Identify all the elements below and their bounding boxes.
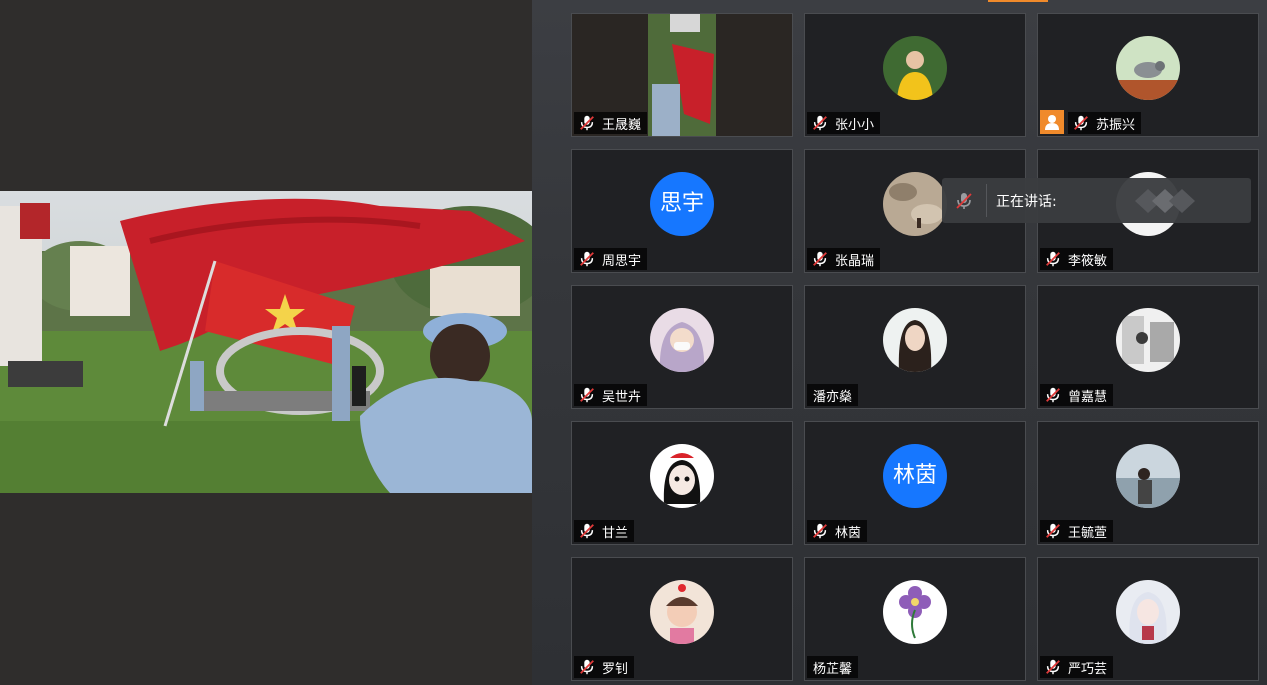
avatar-image bbox=[1116, 36, 1180, 100]
avatar-image bbox=[883, 580, 947, 644]
mic-muted-icon bbox=[580, 115, 594, 131]
mic-muted-icon bbox=[1046, 659, 1060, 675]
avatar bbox=[883, 580, 947, 644]
participant-name: 张晶瑞 bbox=[835, 253, 875, 269]
avatar-image bbox=[650, 308, 714, 372]
participant-name: 罗钊 bbox=[602, 661, 629, 677]
shared-video-image bbox=[0, 191, 532, 493]
avatar bbox=[1116, 580, 1180, 644]
participant-tile[interactable]: 林茵 林茵 bbox=[804, 421, 1026, 545]
mic-muted-icon bbox=[956, 193, 972, 209]
participant-name: 甘兰 bbox=[602, 525, 629, 541]
avatar-image bbox=[883, 36, 947, 100]
participant-name: 张小小 bbox=[835, 117, 875, 133]
participant-name-bar: 张小小 bbox=[807, 112, 881, 134]
participant-name: 林茵 bbox=[835, 525, 862, 541]
participant-name-bar: 曾嘉慧 bbox=[1040, 384, 1114, 406]
participant-tile[interactable]: 曾嘉慧 bbox=[1037, 285, 1259, 409]
avatar-image bbox=[1116, 580, 1180, 644]
participant-tile[interactable]: 杨芷馨 bbox=[804, 557, 1026, 681]
participant-name-bar: 苏振兴 bbox=[1068, 112, 1142, 134]
participant-name-bar: 张晶瑞 bbox=[807, 248, 881, 270]
mic-muted-icon bbox=[580, 387, 594, 403]
participant-name: 李筱敏 bbox=[1068, 253, 1108, 269]
participant-name-bar: 王毓萱 bbox=[1040, 520, 1114, 542]
avatar-image bbox=[650, 444, 714, 508]
participant-tile[interactable]: 罗钊 bbox=[571, 557, 793, 681]
participant-name-bar: 周思宇 bbox=[574, 248, 648, 270]
screen-share-icon bbox=[1040, 110, 1064, 134]
mic-muted-icon bbox=[580, 523, 594, 539]
participant-tile[interactable]: 吴世卉 bbox=[571, 285, 793, 409]
top-accent-bar bbox=[988, 0, 1048, 2]
tip-divider bbox=[986, 184, 987, 217]
participant-name: 潘亦燊 bbox=[813, 389, 853, 405]
avatar-image bbox=[1116, 444, 1180, 508]
participant-name-bar: 林茵 bbox=[807, 520, 868, 542]
mic-muted-icon bbox=[1046, 387, 1060, 403]
avatar bbox=[650, 580, 714, 644]
mic-muted-icon bbox=[1074, 115, 1088, 131]
participant-name-bar: 杨芷馨 bbox=[807, 656, 859, 678]
meeting-window: 王晟巍 张小小 苏振兴 思宇 周思宇 张晶瑞 李筱敏 吴世卉 潘亦燊 曾嘉慧 甘兰 林茵 林茵 王毓萱 罗钊… bbox=[0, 0, 1267, 685]
shared-screen-area bbox=[0, 0, 532, 685]
avatar bbox=[650, 444, 714, 508]
avatar-initials: 林茵 bbox=[883, 444, 947, 508]
participant-name: 周思宇 bbox=[602, 253, 642, 269]
participant-name: 王晟巍 bbox=[602, 117, 642, 133]
avatar bbox=[883, 36, 947, 100]
participant-tile[interactable]: 甘兰 bbox=[571, 421, 793, 545]
avatar-image bbox=[883, 172, 947, 236]
avatar bbox=[650, 308, 714, 372]
avatar bbox=[1116, 36, 1180, 100]
participant-name: 严巧芸 bbox=[1068, 661, 1108, 677]
mic-muted-icon bbox=[1046, 251, 1060, 267]
mic-muted-icon bbox=[813, 115, 827, 131]
mic-muted-icon bbox=[580, 251, 594, 267]
participant-tile[interactable]: 潘亦燊 bbox=[804, 285, 1026, 409]
shared-video[interactable] bbox=[0, 191, 532, 493]
avatar-initials: 思宇 bbox=[650, 172, 714, 236]
participant-tile[interactable]: 张小小 bbox=[804, 13, 1026, 137]
participant-tile[interactable]: 思宇周思宇 bbox=[571, 149, 793, 273]
avatar-image bbox=[883, 308, 947, 372]
avatar bbox=[883, 172, 947, 236]
participant-name: 曾嘉慧 bbox=[1068, 389, 1108, 405]
avatar bbox=[1116, 444, 1180, 508]
participant-name: 苏振兴 bbox=[1096, 117, 1136, 133]
mic-muted-icon bbox=[1046, 523, 1060, 539]
mic-muted-icon bbox=[813, 251, 827, 267]
avatar-image bbox=[650, 580, 714, 644]
participant-name: 杨芷馨 bbox=[813, 661, 853, 677]
participant-tile[interactable]: 王晟巍 bbox=[571, 13, 793, 137]
mic-muted-icon bbox=[813, 523, 827, 539]
participant-name: 吴世卉 bbox=[602, 389, 642, 405]
speaking-label: 正在讲话: bbox=[996, 194, 1057, 210]
mic-muted-icon bbox=[580, 659, 594, 675]
avatar-image bbox=[1116, 308, 1180, 372]
participant-name-bar: 吴世卉 bbox=[574, 384, 648, 406]
participant-name-bar: 王晟巍 bbox=[574, 112, 648, 134]
participant-name: 王毓萱 bbox=[1068, 525, 1108, 541]
speaker-logo bbox=[1135, 189, 1195, 213]
speaking-indicator: 正在讲话: bbox=[942, 178, 1251, 223]
participant-name-bar: 罗钊 bbox=[574, 656, 635, 678]
participant-tile[interactable]: 王毓萱 bbox=[1037, 421, 1259, 545]
participant-name-bar: 甘兰 bbox=[574, 520, 635, 542]
participant-name-bar: 严巧芸 bbox=[1040, 656, 1114, 678]
participant-name-bar: 李筱敏 bbox=[1040, 248, 1114, 270]
avatar bbox=[883, 308, 947, 372]
participant-tile[interactable]: 苏振兴 bbox=[1037, 13, 1259, 137]
avatar bbox=[1116, 308, 1180, 372]
participant-name-bar: 潘亦燊 bbox=[807, 384, 859, 406]
participant-tile[interactable]: 严巧芸 bbox=[1037, 557, 1259, 681]
